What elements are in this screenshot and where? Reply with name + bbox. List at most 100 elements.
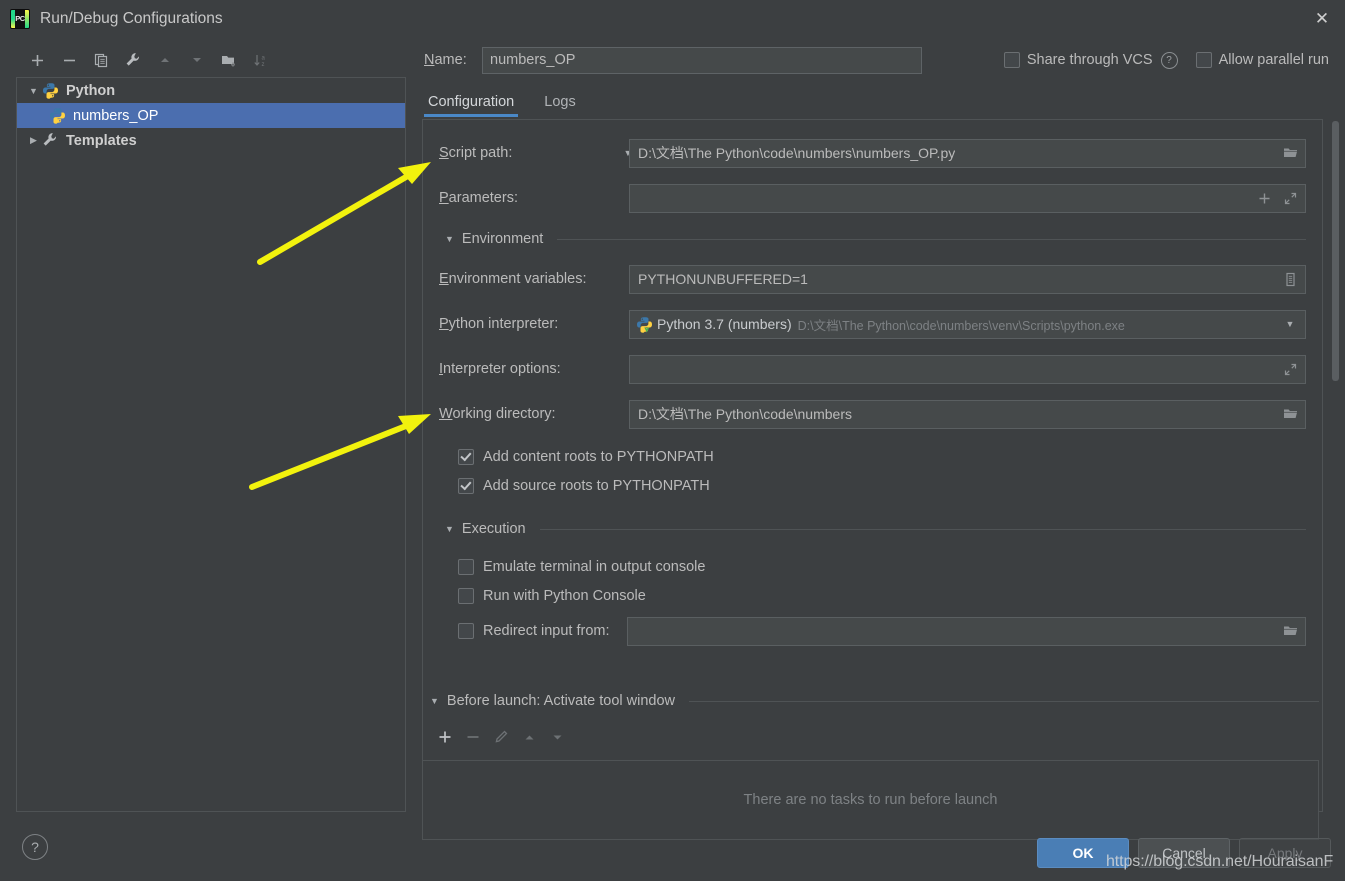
chevron-down-icon[interactable]: ▼	[445, 524, 454, 534]
add-content-roots-checkbox[interactable]: Add content roots to PYTHONPATH	[439, 442, 1306, 471]
remove-configuration-button[interactable]	[56, 47, 82, 73]
top-right-options: Share through VCS ? Allow parallel run	[1003, 51, 1345, 69]
checkbox-box[interactable]	[458, 587, 474, 604]
interpreter-options-label: Interpreter options:	[439, 361, 561, 377]
edit-templates-wrench-icon[interactable]	[120, 47, 146, 73]
tab-logs[interactable]: Logs	[540, 94, 579, 117]
interpreter-options-field[interactable]	[629, 354, 1306, 384]
chevron-down-icon[interactable]: ▼	[25, 86, 42, 96]
help-button[interactable]: ?	[22, 834, 48, 860]
checkbox-box[interactable]	[458, 448, 474, 465]
ok-button[interactable]: OK	[1037, 838, 1129, 868]
list-edit-icon[interactable]	[1279, 268, 1301, 291]
environment-variables-row: Environment variables: PYTHONUNBUFFERED=…	[439, 262, 1306, 296]
chevron-down-icon[interactable]: ▼	[430, 696, 439, 706]
parameters-row: Parameters:	[439, 181, 1306, 215]
add-configuration-button[interactable]	[24, 47, 50, 73]
checkbox-box[interactable]	[1195, 52, 1212, 68]
expand-icon[interactable]	[1279, 358, 1301, 381]
working-directory-row: Working directory: D:\文档\The Python\code…	[439, 397, 1306, 431]
tree-node-numbers-op[interactable]: numbers_OP	[17, 103, 405, 128]
folder-icon[interactable]	[1279, 620, 1301, 643]
plus-icon[interactable]	[1253, 187, 1275, 210]
interpreter-options-row: Interpreter options:	[439, 352, 1306, 386]
chevron-down-icon[interactable]: ▼	[445, 234, 454, 244]
environment-variables-field[interactable]: PYTHONUNBUFFERED=1	[629, 264, 1306, 294]
checkbox-box[interactable]	[1003, 52, 1020, 68]
name-input[interactable]	[482, 46, 922, 74]
scrollbar-thumb[interactable]	[1332, 121, 1339, 381]
python-interpreter-row: Python interpreter: Python 3.7 (numbers)…	[439, 307, 1306, 341]
svg-text:a: a	[262, 55, 266, 61]
remove-task-button[interactable]	[464, 730, 482, 748]
checkbox-box[interactable]	[458, 477, 474, 494]
folder-icon[interactable]	[1279, 142, 1301, 165]
folder-icon[interactable]	[1279, 403, 1301, 426]
add-source-roots-checkbox[interactable]: Add source roots to PYTHONPATH	[439, 471, 1306, 500]
script-path-label: Script path:	[439, 145, 517, 161]
tree-node-templates[interactable]: ▶ Templates	[17, 128, 405, 153]
execution-section-header[interactable]: ▼ Execution	[445, 516, 1306, 542]
emulate-terminal-checkbox[interactable]: Emulate terminal in output console	[439, 552, 1306, 581]
parameters-label: Parameters:	[439, 190, 518, 206]
script-path-field[interactable]: D:\文档\The Python\code\numbers\numbers_OP…	[629, 138, 1306, 168]
pencil-icon[interactable]	[492, 730, 510, 748]
working-directory-label: Working directory:	[439, 406, 556, 422]
vertical-scrollbar[interactable]	[1331, 121, 1340, 810]
emulate-terminal-label: Emulate terminal in output console	[483, 558, 706, 575]
copy-configuration-button[interactable]	[88, 47, 114, 73]
help-icon[interactable]: ?	[1160, 51, 1178, 69]
section-divider	[539, 528, 1306, 530]
execution-section-label: Execution	[461, 521, 526, 537]
expand-icon[interactable]	[1279, 187, 1301, 210]
environment-section-header[interactable]: ▼ Environment	[445, 226, 1306, 252]
editor-tabs: Configuration Logs	[418, 83, 1345, 117]
move-up-button[interactable]	[152, 47, 178, 73]
environment-variables-value: PYTHONUNBUFFERED=1	[638, 271, 808, 287]
move-down-button[interactable]	[184, 47, 210, 73]
redirect-input-field[interactable]	[626, 616, 1306, 646]
sort-alphabetically-button[interactable]: a z	[248, 47, 274, 73]
run-with-python-console-checkbox[interactable]: Run with Python Console	[439, 581, 1306, 610]
move-task-down-button[interactable]	[548, 731, 566, 748]
tab-configuration[interactable]: Configuration	[424, 94, 519, 117]
tree-node-label: Python	[66, 82, 116, 99]
tree-node-python[interactable]: ▼ Python	[17, 78, 405, 103]
before-launch-toolbar	[422, 724, 1319, 754]
share-through-vcs-checkbox[interactable]: Share through VCS	[1003, 52, 1153, 68]
checkbox-box[interactable]	[458, 558, 474, 575]
wrench-icon	[42, 132, 59, 149]
close-icon[interactable]: ✕	[1299, 0, 1345, 37]
apply-button[interactable]: Apply	[1239, 838, 1331, 868]
allow-parallel-run-label: Allow parallel run	[1218, 52, 1329, 68]
chevron-right-icon[interactable]: ▶	[25, 135, 42, 146]
cancel-button[interactable]: Cancel	[1138, 838, 1230, 868]
name-label: Name:	[424, 52, 467, 68]
pycharm-icon: PC	[10, 8, 30, 29]
add-task-button[interactable]	[436, 730, 454, 748]
parameters-field[interactable]	[629, 183, 1306, 213]
script-path-value: D:\文档\The Python\code\numbers\numbers_OP…	[638, 145, 956, 161]
chevron-down-icon[interactable]: ▼	[1279, 319, 1301, 329]
new-folder-button[interactable]	[216, 47, 242, 73]
configurations-tree[interactable]: ▼ Python numbers_OP ▶ Templates	[16, 77, 406, 812]
name-row: Name: Share through VCS ? Allow parallel…	[418, 37, 1345, 83]
python-interpreter-dropdown[interactable]: Python 3.7 (numbers) D:\文档\The Python\co…	[629, 309, 1306, 339]
working-directory-field[interactable]: D:\文档\The Python\code\numbers	[629, 399, 1306, 429]
dialog-footer: ? OK Cancel Apply	[0, 824, 1345, 881]
window-title: Run/Debug Configurations	[40, 9, 223, 27]
move-task-up-button[interactable]	[520, 731, 538, 748]
environment-variables-label: Environment variables:	[439, 271, 587, 287]
before-launch-label: Before launch: Activate tool window	[446, 693, 676, 709]
working-directory-value: D:\文档\The Python\code\numbers	[638, 406, 852, 422]
share-through-vcs-label: Share through VCS	[1026, 52, 1153, 68]
python-interpreter-label: Python interpreter:	[439, 316, 559, 332]
allow-parallel-run-checkbox[interactable]: Allow parallel run	[1195, 52, 1329, 68]
add-content-roots-label: Add content roots to PYTHONPATH	[483, 448, 714, 465]
before-launch-header[interactable]: ▼ Before launch: Activate tool window	[430, 688, 1319, 714]
redirect-input-label: Redirect input from:	[483, 623, 610, 639]
python-venv-icon	[636, 316, 653, 333]
redirect-input-checkbox[interactable]	[458, 623, 474, 639]
python-icon	[42, 82, 59, 99]
redirect-input-row: Redirect input from:	[439, 614, 1306, 648]
